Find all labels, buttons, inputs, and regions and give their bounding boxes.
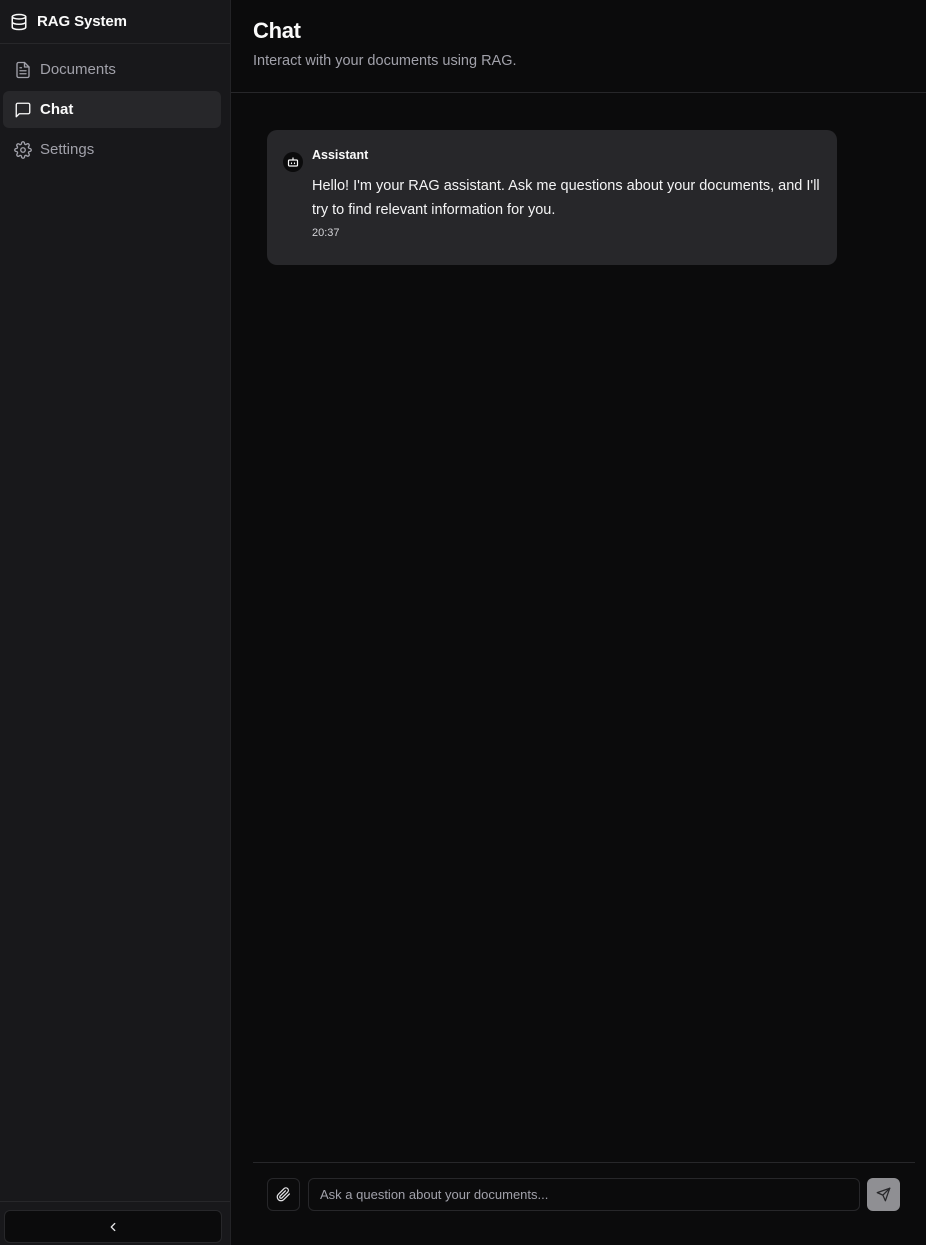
page-title: Chat — [253, 18, 301, 43]
attach-file-button[interactable] — [267, 1178, 300, 1211]
chevron-left-icon — [104, 1218, 122, 1236]
send-icon — [876, 1187, 891, 1202]
message-timestamp: 20:37 — [312, 227, 340, 239]
message-square-icon — [14, 101, 32, 119]
sidebar-footer — [0, 1201, 230, 1245]
sidebar-brand: RAG System — [0, 0, 230, 44]
sidebar-item-label: Documents — [40, 61, 116, 78]
sidebar-item-documents[interactable]: Documents — [3, 51, 221, 88]
assistant-avatar — [283, 151, 303, 172]
sidebar-item-label: Settings — [40, 141, 95, 158]
file-text-icon — [14, 61, 32, 79]
paperclip-icon — [276, 1187, 291, 1202]
assistant-message: Assistant Hello! I'm your RAG assistant.… — [267, 130, 837, 265]
page-subtitle: Interact with your documents using RAG. — [253, 53, 517, 69]
sidebar-item-label: Chat — [40, 101, 74, 118]
message-text: Hello! I'm your RAG assistant. Ask me qu… — [312, 178, 820, 218]
gear-icon — [14, 140, 32, 159]
database-icon — [10, 13, 28, 31]
page-header: Chat Interact with your documents using … — [231, 0, 926, 93]
message-sender: Assistant — [312, 148, 369, 162]
message-header: Assistant — [283, 148, 819, 172]
chat-input[interactable] — [308, 1178, 860, 1211]
sidebar: RAG System Documents Chat Settings — [0, 0, 231, 1245]
sidebar-item-chat[interactable]: Chat — [3, 91, 221, 128]
chat-composer — [253, 1162, 915, 1245]
send-button[interactable] — [867, 1178, 900, 1211]
sidebar-nav: Documents Chat Settings — [0, 44, 230, 168]
sidebar-item-settings[interactable]: Settings — [3, 131, 221, 168]
main-content: Chat Interact with your documents using … — [231, 0, 926, 1245]
collapse-sidebar-button[interactable] — [4, 1210, 222, 1243]
brand-label: RAG System — [37, 13, 127, 30]
app-root: RAG System Documents Chat Settings Chat … — [0, 0, 926, 1245]
bot-icon — [287, 156, 299, 168]
